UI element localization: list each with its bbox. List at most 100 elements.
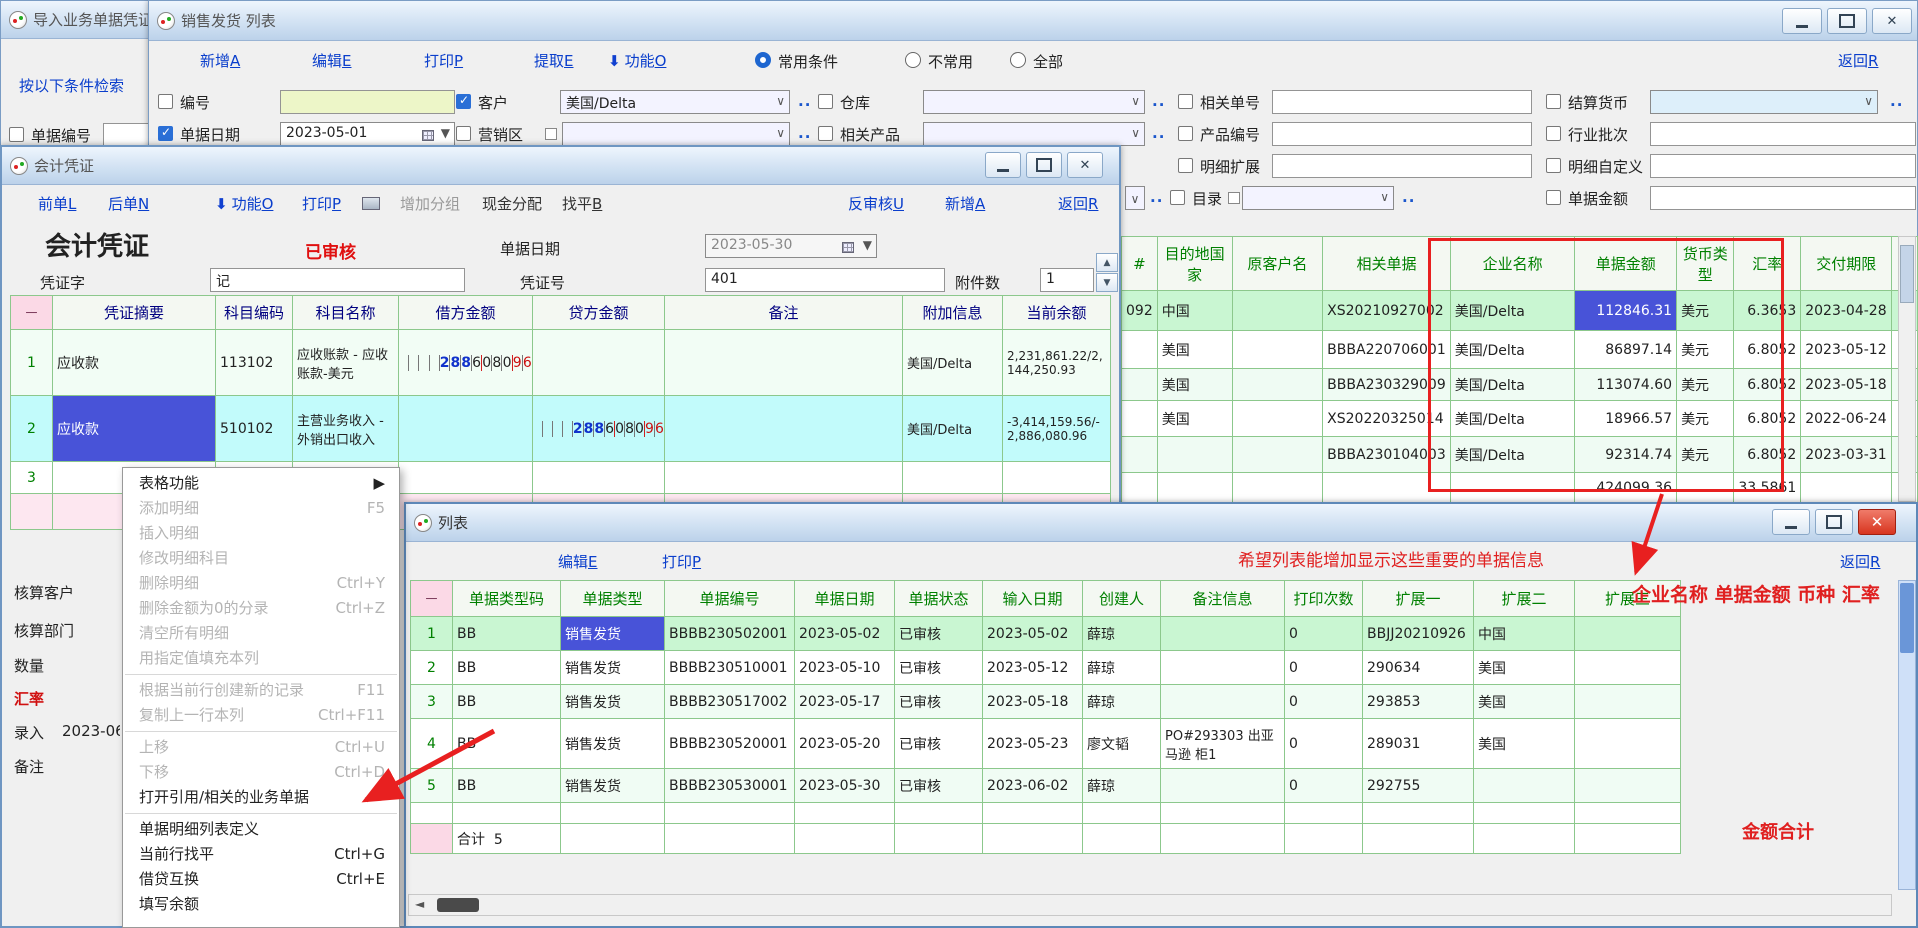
- ellipsis-button[interactable]: ..: [1150, 188, 1163, 206]
- grid-vertical-scrollbar[interactable]: [1898, 236, 1916, 502]
- list-cell[interactable]: BB: [453, 651, 561, 685]
- extra-info-cell[interactable]: 美国/Delta: [903, 396, 1003, 462]
- grid-cell[interactable]: 美元: [1677, 401, 1734, 437]
- list-cell[interactable]: 薛琼: [1083, 617, 1161, 651]
- list-header[interactable]: 输入日期: [983, 581, 1083, 617]
- menu-item[interactable]: 当前行找平Ctrl+G: [123, 842, 399, 867]
- ellipsis-button[interactable]: ..: [798, 92, 811, 110]
- list-cell[interactable]: 销售发货: [561, 769, 665, 803]
- filter-input-行业批次[interactable]: [1650, 122, 1916, 146]
- grid-cell[interactable]: [1232, 291, 1323, 331]
- voucher-header[interactable]: 当前余额: [1003, 296, 1111, 330]
- extra-info-cell[interactable]: 美国/Delta: [903, 330, 1003, 396]
- scrollbar-thumb[interactable]: [437, 898, 479, 912]
- grid-cell[interactable]: 6.8052: [1734, 401, 1801, 437]
- balance-button[interactable]: 找平B: [562, 193, 602, 214]
- filter-date-combo[interactable]: 2023-05-01▼: [280, 122, 455, 146]
- filter-combo-仓库[interactable]: ∨: [923, 90, 1145, 114]
- menu-item[interactable]: 借贷互换Ctrl+E: [123, 867, 399, 892]
- grid-cell[interactable]: 112846.31: [1575, 291, 1677, 331]
- grid-cell[interactable]: 美元: [1677, 331, 1734, 369]
- filter-checkbox-6[interactable]: [456, 126, 471, 141]
- list-horizontal-scrollbar[interactable]: ◄: [408, 894, 1892, 916]
- list-cell[interactable]: 销售发货: [561, 685, 665, 719]
- voucher-header[interactable]: 贷方金额: [533, 296, 665, 330]
- grid-cell[interactable]: 6.8052: [1734, 437, 1801, 473]
- grid-cell[interactable]: 美元: [1677, 291, 1734, 331]
- voucher-no-input[interactable]: 401: [705, 268, 945, 292]
- list-row[interactable]: 4BB销售发货BBBB2305200012023-05-20已审核2023-05…: [411, 719, 1681, 769]
- list-row[interactable]: 1BB销售发货BBBB2305020012023-05-02已审核2023-05…: [411, 617, 1681, 651]
- list-cell[interactable]: 293853: [1363, 685, 1474, 719]
- summary-cell[interactable]: 应收款: [53, 330, 216, 396]
- close-button[interactable]: [1067, 152, 1103, 178]
- voucher-header[interactable]: 借方金额: [399, 296, 533, 330]
- list-cell[interactable]: 292755: [1363, 769, 1474, 803]
- list-cell[interactable]: 2023-06-02: [983, 769, 1083, 803]
- grid-cell[interactable]: 113074.60: [1575, 369, 1677, 401]
- list-cell[interactable]: BBBB230517002: [665, 685, 795, 719]
- list-cell[interactable]: 销售发货: [561, 651, 665, 685]
- scrollbar-thumb[interactable]: [1900, 245, 1914, 303]
- list-cell[interactable]: 已审核: [895, 719, 983, 769]
- list-row[interactable]: 2BB销售发货BBBB2305100012023-05-10已审核2023-05…: [411, 651, 1681, 685]
- account-name-cell[interactable]: 应收账款 - 应收账款-美元: [293, 330, 399, 396]
- menu-item[interactable]: 删除明细Ctrl+Y: [123, 571, 399, 596]
- debit-cell[interactable]: [399, 462, 533, 494]
- grid-cell[interactable]: 2023-03-31: [1801, 437, 1892, 473]
- maximize-button[interactable]: [1026, 152, 1062, 178]
- list-vertical-scrollbar[interactable]: [1898, 580, 1916, 890]
- grid-row[interactable]: 美国XS20220325014美国/Delta18966.57美元6.80522…: [1122, 401, 1918, 437]
- debit-cell[interactable]: 288608096: [399, 330, 533, 396]
- list-cell[interactable]: 薛琼: [1083, 769, 1161, 803]
- grid-cell[interactable]: 6.8052: [1734, 331, 1801, 369]
- menu-item[interactable]: 用指定值填充本列: [123, 646, 399, 671]
- filter-checkbox-9[interactable]: [1546, 126, 1561, 141]
- grid-cell[interactable]: [1232, 331, 1323, 369]
- grid-header[interactable]: 货币类型: [1677, 237, 1734, 291]
- summary-cell[interactable]: 应收款: [53, 396, 216, 462]
- list-cell[interactable]: 美国: [1474, 685, 1575, 719]
- voucher-row[interactable]: 2应收款510102主营业务收入 - 外销出口收入288608096美国/Del…: [11, 396, 1111, 462]
- list-cell[interactable]: 2023-05-18: [983, 685, 1083, 719]
- list-row[interactable]: 3BB销售发货BBBB2305170022023-05-17已审核2023-05…: [411, 685, 1681, 719]
- list-cell[interactable]: 0: [1285, 719, 1363, 769]
- filter-input-相关单号[interactable]: [1272, 90, 1532, 114]
- account-code-cell[interactable]: 113102: [216, 330, 293, 396]
- list-header[interactable]: 单据编号: [665, 581, 795, 617]
- print-button[interactable]: 打印P: [662, 551, 701, 572]
- filter-checkbox-11[interactable]: [1546, 158, 1561, 173]
- grid-header[interactable]: 交付期限: [1801, 237, 1892, 291]
- account-code-cell[interactable]: 510102: [216, 396, 293, 462]
- menu-item[interactable]: 添加明细F5: [123, 496, 399, 521]
- grid-cell[interactable]: 美国: [1157, 401, 1232, 437]
- grid-row[interactable]: 092中国XS20210927002美国/Delta112846.31美元6.3…: [1122, 291, 1918, 331]
- ellipsis-button[interactable]: ..: [1402, 188, 1415, 206]
- menu-item[interactable]: 表格功能▶: [123, 471, 399, 496]
- mini-checkbox[interactable]: [1228, 192, 1240, 204]
- grid-cell[interactable]: [1232, 401, 1323, 437]
- menu-item[interactable]: 删除金额为0的分录Ctrl+Z: [123, 596, 399, 621]
- filter-checkbox-13[interactable]: [1546, 190, 1561, 205]
- unaudit-button[interactable]: 反审核U: [848, 193, 904, 214]
- list-header[interactable]: 备注信息: [1161, 581, 1285, 617]
- list-cell[interactable]: [1161, 617, 1285, 651]
- list-cell[interactable]: 薛琼: [1083, 685, 1161, 719]
- back-button[interactable]: 返回R: [1838, 50, 1878, 71]
- list-cell[interactable]: 2023-05-20: [795, 719, 895, 769]
- filter-checkbox-7[interactable]: [818, 126, 833, 141]
- grid-cell[interactable]: BBBA220706001: [1323, 331, 1451, 369]
- radio-uncommon[interactable]: [905, 52, 921, 68]
- list-cell[interactable]: 0: [1285, 769, 1363, 803]
- filter-checkbox-1[interactable]: [456, 94, 471, 109]
- grid-cell[interactable]: [1122, 369, 1158, 401]
- list-cell[interactable]: 2023-05-17: [795, 685, 895, 719]
- doc-no-input[interactable]: [103, 123, 149, 147]
- list-cell[interactable]: [1161, 769, 1285, 803]
- grid-cell[interactable]: 2023-04-28: [1801, 291, 1892, 331]
- radio-common-conditions[interactable]: [755, 52, 771, 68]
- list-header[interactable]: 单据状态: [895, 581, 983, 617]
- filter-checkbox-4[interactable]: [1546, 94, 1561, 109]
- list-cell[interactable]: 4: [411, 719, 453, 769]
- list-cell[interactable]: 3: [411, 685, 453, 719]
